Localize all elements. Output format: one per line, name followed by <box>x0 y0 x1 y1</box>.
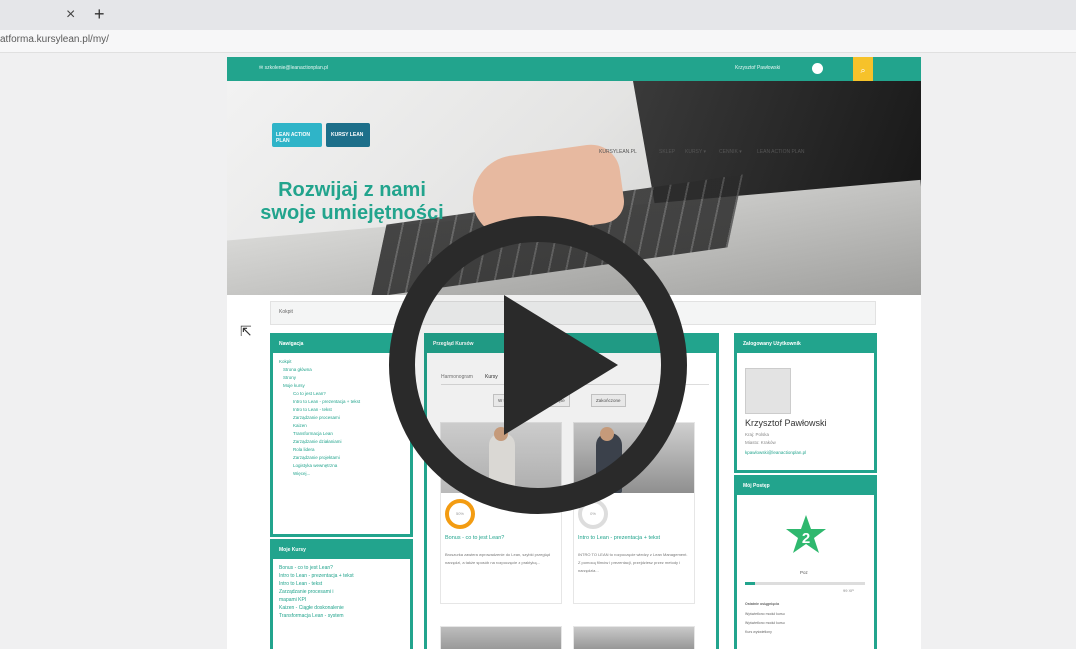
my-progress-title: Mój Postęp <box>743 483 770 489</box>
search-button[interactable]: ⌕ <box>853 57 873 83</box>
my-course-item[interactable]: Zarządzanie procesami i <box>279 588 354 596</box>
nav-link-kursy[interactable]: KURSY ▾ <box>685 149 706 155</box>
course-title[interactable]: Intro to Lean - prezentacja + tekst <box>578 535 660 541</box>
new-tab-button[interactable]: + <box>94 4 105 25</box>
my-course-item[interactable]: Intro to Lean - tekst <box>279 580 354 588</box>
course-card[interactable] <box>440 626 562 649</box>
nav-link-cennik[interactable]: CENNIK ▾ <box>719 149 742 155</box>
user-name[interactable]: Krzysztof Pawłowski <box>745 418 827 428</box>
browser-tab-bar: × + <box>0 0 1076 30</box>
recent-item: Kurs wyświetlony <box>745 630 772 634</box>
nav-item[interactable]: Zarządzanie procesami <box>279 414 360 422</box>
nav-item[interactable]: Więcej... <box>279 470 360 478</box>
course-title[interactable]: Bonus - co to jest Lean? <box>445 535 504 541</box>
mouse-cursor-icon: ⇱ <box>240 323 252 339</box>
user-city: Miasto: Kraków <box>745 440 776 445</box>
logged-user-block: Zalogowany Użytkownik Krzysztof Pawłowsk… <box>734 333 877 473</box>
my-progress-block: Mój Postęp 2 Poz 99 XP Ostatnie osiągnię… <box>734 475 877 649</box>
nav-item[interactable]: Zarządzanie projektami <box>279 454 360 462</box>
avatar[interactable] <box>745 368 791 414</box>
xp-value: 99 XP <box>843 588 854 593</box>
nav-item[interactable]: Kaizen <box>279 422 360 430</box>
user-avatar-icon[interactable] <box>812 63 823 74</box>
course-card[interactable] <box>573 626 695 649</box>
my-course-item[interactable]: Bonus - co to jest Lean? <box>279 564 354 572</box>
nav-item[interactable]: Strony <box>279 374 360 382</box>
nav-item[interactable]: Transformacja Lean <box>279 430 360 438</box>
recent-item: Wyświetlono moduł kursu <box>745 621 785 625</box>
navigation-block-title: Nawigacja <box>279 341 304 347</box>
course-description: Broszurka zawiera wprowadzenie do Lean, … <box>445 552 550 565</box>
site-logo[interactable]: LEAN ACTION PLAN KURSY LEAN <box>272 123 372 149</box>
my-courses-block: Moje Kursy Bonus - co to jest Lean? Intr… <box>270 539 413 649</box>
breadcrumb-item[interactable]: Kokpit <box>279 309 293 315</box>
contact-email[interactable]: ✉ szkolenie@leanactionplan.pl <box>259 65 328 71</box>
nav-link-lean-action-plan[interactable]: LEAN ACTION PLAN <box>757 149 805 155</box>
recent-item: Wyświetlono moduł kursu <box>745 612 785 616</box>
nav-link-kursylean[interactable]: KURSYLEAN.PL <box>599 149 637 155</box>
user-email[interactable]: kpawlowski@leanactionplan.pl <box>745 450 806 455</box>
recent-achievements-title: Ostatnie osiągnięcia <box>745 602 780 606</box>
my-courses-title: Moje Kursy <box>279 547 306 553</box>
navigation-list: Kokpit Strona główna Strony Moje kursy C… <box>279 358 360 478</box>
logo-right-text: KURSY LEAN <box>331 132 364 138</box>
my-course-item[interactable]: mapami KPI <box>279 596 354 604</box>
url-text[interactable]: atforma.kursylean.pl/my/ <box>0 34 109 45</box>
my-courses-list: Bonus - co to jest Lean? Intro to Lean -… <box>279 564 354 620</box>
nav-link-sklep[interactable]: SKLEP <box>659 149 675 155</box>
level-number: 2 <box>802 530 810 547</box>
user-menu-name[interactable]: Krzysztof Pawłowski <box>735 65 780 71</box>
nav-item[interactable]: Intro to Lean - prezentacja + tekst <box>279 398 360 406</box>
level-star-icon: 2 <box>786 515 826 553</box>
nav-item[interactable]: Moje kursy <box>279 382 360 390</box>
logged-user-title: Zalogowany Użytkownik <box>743 341 801 347</box>
play-icon[interactable] <box>386 213 690 517</box>
address-bar[interactable]: atforma.kursylean.pl/my/ <box>0 30 1076 53</box>
my-course-item[interactable]: Kaizen - Ciągłe doskonalenie <box>279 604 354 612</box>
course-image <box>441 627 561 649</box>
site-topbar: ✉ szkolenie@leanactionplan.pl Krzysztof … <box>227 57 921 83</box>
nav-item[interactable]: Zarządzanie działaniami <box>279 438 360 446</box>
tab-close-button[interactable]: × <box>66 6 75 24</box>
nav-item[interactable]: Rola lidera <box>279 446 360 454</box>
nav-item[interactable]: Kokpit <box>279 358 360 366</box>
my-course-item[interactable]: Intro to Lean - prezentacja + tekst <box>279 572 354 580</box>
logo-left-text: LEAN ACTION PLAN <box>276 132 310 144</box>
nav-item[interactable]: Co to jest Lean? <box>279 390 360 398</box>
level-label: Poz <box>800 570 808 575</box>
course-image <box>574 627 694 649</box>
course-description: INTRO TO LEAN to rozpoczęcie wiedzy z Le… <box>578 552 688 573</box>
nav-item[interactable]: Intro to Lean - tekst <box>279 406 360 414</box>
my-course-item[interactable]: Transformacja Lean - system <box>279 612 354 620</box>
level-progress-bar <box>745 582 865 585</box>
nav-item[interactable]: Logistyka wewnętrzna <box>279 462 360 470</box>
nav-item[interactable]: Strona główna <box>279 366 360 374</box>
user-country: Kraj: Polska <box>745 432 770 437</box>
